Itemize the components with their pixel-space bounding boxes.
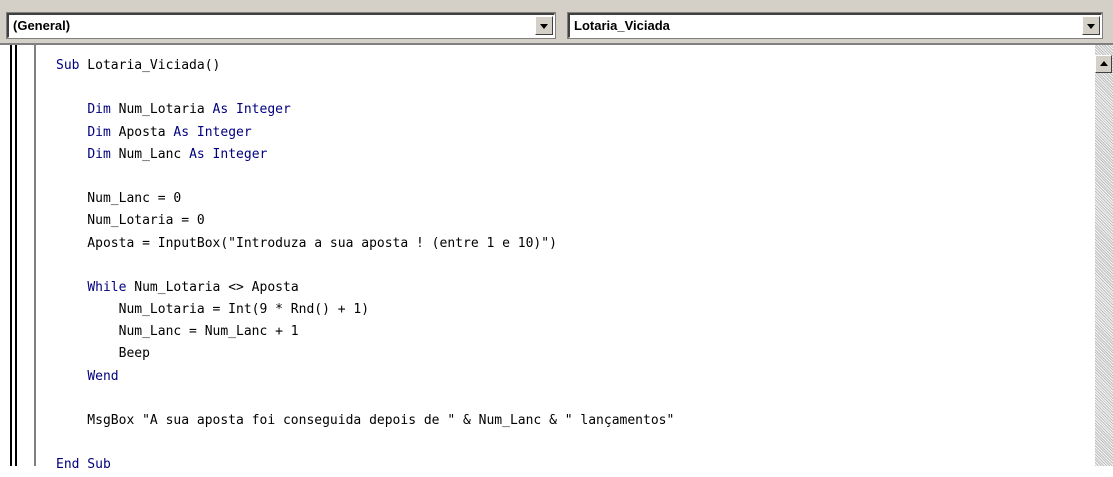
chevron-down-icon[interactable]: [1082, 16, 1100, 35]
code-line[interactable]: Dim Aposta As Integer: [56, 122, 674, 144]
object-combo-value: (General): [13, 18, 71, 33]
code-line[interactable]: Num_Lotaria = 0: [56, 210, 674, 232]
view-toggle-line: [10, 45, 12, 466]
code-line[interactable]: While Num_Lotaria <> Aposta: [56, 277, 674, 299]
code-keyword: As Integer: [212, 102, 291, 118]
code-token: Beep: [56, 346, 150, 362]
code-editor[interactable]: Sub Lotaria_Viciada() Dim Num_Lotaria As…: [36, 45, 1095, 472]
code-token: Num_Lotaria <> Aposta: [126, 279, 299, 295]
window-top-edge: [0, 0, 1113, 8]
code-line[interactable]: [56, 77, 674, 99]
code-line[interactable]: [56, 388, 674, 410]
object-combo[interactable]: (General): [7, 13, 555, 38]
code-line[interactable]: MsgBox "A sua aposta foi conseguida depo…: [56, 410, 674, 432]
code-line[interactable]: Aposta = InputBox("Introduza a sua apost…: [56, 233, 674, 255]
code-token: Lotaria_Viciada(): [79, 58, 221, 73]
vba-code-window: (General) Lotaria_Viciada Sub Lotaria_Vi…: [0, 0, 1113, 472]
procedure-combo-value: Lotaria_Viciada: [574, 18, 670, 33]
code-keyword: Dim: [87, 146, 111, 162]
procedure-combo[interactable]: Lotaria_Viciada: [568, 13, 1102, 38]
code-token: Num_Lanc = 0: [56, 191, 182, 207]
code-token: Num_Lanc: [110, 146, 190, 162]
code-token: Num_Lanc = Num_Lanc + 1: [56, 324, 299, 340]
code-line[interactable]: [56, 166, 674, 188]
code-keyword: While: [87, 279, 127, 295]
code-line[interactable]: [56, 432, 674, 454]
code-line[interactable]: End Sub: [56, 454, 674, 476]
code-line[interactable]: Sub Lotaria_Viciada(): [56, 55, 674, 77]
code-keyword: Wend: [87, 368, 119, 384]
code-keyword: As Integer: [189, 146, 268, 162]
code-token: Aposta: [110, 124, 174, 140]
code-keyword: End Sub: [56, 457, 111, 473]
code-line[interactable]: Dim Num_Lanc As Integer: [56, 144, 674, 166]
chevron-down-icon[interactable]: [535, 16, 553, 35]
code-token: MsgBox "A sua aposta foi conseguida depo…: [56, 413, 675, 428]
code-keyword: Dim: [87, 102, 111, 118]
code-keyword: As Integer: [173, 124, 252, 140]
vertical-scrollbar[interactable]: [1095, 45, 1113, 466]
code-text[interactable]: Sub Lotaria_Viciada() Dim Num_Lotaria As…: [56, 55, 674, 477]
code-line[interactable]: Beep: [56, 343, 674, 365]
margin-indicator-bar[interactable]: [0, 45, 36, 466]
code-keyword: Dim: [87, 124, 111, 140]
code-line[interactable]: Num_Lanc = Num_Lanc + 1: [56, 321, 674, 343]
code-line[interactable]: Dim Num_Lotaria As Integer: [56, 99, 674, 121]
code-keyword: Sub: [56, 58, 80, 73]
code-line[interactable]: [56, 255, 674, 277]
code-token: Num_Lotaria = Int(9 * Rnd() + 1): [56, 302, 370, 318]
code-token: Num_Lotaria: [110, 102, 213, 118]
code-line[interactable]: Num_Lotaria = Int(9 * Rnd() + 1): [56, 299, 674, 321]
arrow-up-icon[interactable]: [1095, 55, 1112, 73]
code-line[interactable]: Wend: [56, 366, 674, 388]
code-token: Num_Lotaria = 0: [56, 213, 205, 229]
code-line[interactable]: Num_Lanc = 0: [56, 188, 674, 210]
code-token: Aposta = InputBox("Introduza a sua apost…: [56, 235, 557, 251]
view-toggle-line: [15, 45, 17, 466]
